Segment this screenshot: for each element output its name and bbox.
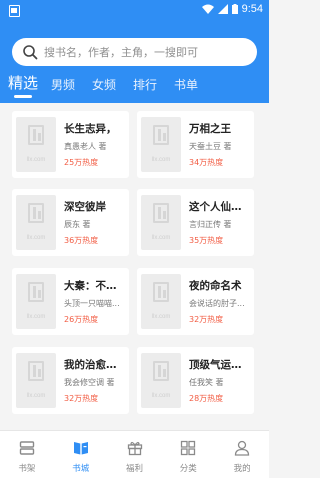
nav-label: 书城 [72, 464, 90, 474]
book-heat: 32万热度 [189, 315, 224, 324]
book-card[interactable]: llx.com 大秦：不装... 头顶一只喵喵... 26万热度 [12, 268, 129, 335]
book-author: 天蚕土豆 著 [189, 142, 232, 151]
book-title: 大秦：不装... [64, 280, 126, 292]
gift-icon [127, 441, 142, 456]
book-heat: 25万热度 [64, 158, 99, 167]
status-time: 9:54 [241, 3, 263, 15]
cover-watermark: llx.com [26, 314, 46, 320]
tab-featured[interactable]: 精选 [8, 72, 38, 93]
book-author: 真愚老人 著 [64, 142, 107, 151]
cover-watermark: llx.com [26, 393, 46, 399]
wifi-icon [201, 4, 214, 14]
nav-bookshelf[interactable]: 书架 [0, 431, 54, 478]
book-grid: llx.com 长生志异， 真愚老人 著 25万热度 llx.com 万相之王 … [0, 103, 269, 430]
book-heat: 26万热度 [64, 315, 99, 324]
category-tabs: 精选 男频 女频 排行 书单 [0, 70, 269, 103]
status-icons: 9:54 [201, 3, 263, 15]
app-header: 9:54 搜书名，作者，主角，一搜即可 精选 男频 女频 排行 书单 [0, 0, 269, 103]
book-card[interactable]: llx.com 顶级气运，... 任我笑 著 28万热度 [137, 347, 254, 414]
bottom-nav: 书架 书城 福利 分类 我的 [0, 430, 269, 478]
cover-placeholder-icon [153, 203, 169, 223]
book-city-icon [73, 442, 88, 455]
cover-watermark: llx.com [151, 314, 171, 320]
bookshelf-icon [19, 441, 35, 455]
book-title: 顶级气运，... [189, 359, 251, 371]
cover-placeholder-icon [153, 282, 169, 302]
book-author: 言归正传 著 [189, 220, 232, 229]
cover-watermark: llx.com [26, 235, 46, 241]
search-placeholder: 搜书名，作者，主角，一搜即可 [44, 46, 198, 59]
book-heat: 34万热度 [189, 158, 224, 167]
book-card[interactable]: llx.com 长生志异， 真愚老人 著 25万热度 [12, 111, 129, 178]
nav-book-city[interactable]: 书城 [54, 431, 108, 478]
nav-label: 我的 [233, 464, 251, 474]
cover-placeholder-icon [153, 125, 169, 145]
book-author: 辰东 著 [64, 220, 91, 229]
cover-placeholder-icon [153, 361, 169, 381]
book-title: 夜的命名术 [189, 280, 242, 292]
book-card[interactable]: llx.com 我的治愈系... 我会修空调 著 32万热度 [12, 347, 129, 414]
nav-welfare[interactable]: 福利 [108, 431, 162, 478]
book-cover: llx.com [16, 195, 56, 250]
cover-watermark: llx.com [151, 157, 171, 163]
book-cover: llx.com [141, 353, 181, 408]
active-tab-indicator [14, 95, 32, 98]
user-icon [235, 440, 250, 456]
book-cover: llx.com [141, 117, 181, 172]
tab-male[interactable]: 男频 [51, 76, 75, 93]
book-card[interactable]: llx.com 这个人仙太... 言归正传 著 35万热度 [137, 189, 254, 256]
book-author: 任我笑 著 [189, 378, 224, 387]
book-cover: llx.com [141, 195, 181, 250]
notification-icon [9, 5, 20, 17]
nav-label: 福利 [125, 464, 143, 474]
cover-placeholder-icon [28, 361, 44, 381]
nav-profile[interactable]: 我的 [215, 431, 269, 478]
search-icon [23, 45, 38, 60]
search-input[interactable]: 搜书名，作者，主角，一搜即可 [12, 38, 257, 66]
book-card[interactable]: llx.com 深空彼岸 辰东 著 36万热度 [12, 189, 129, 256]
nav-category[interactable]: 分类 [161, 431, 215, 478]
book-heat: 28万热度 [189, 394, 224, 403]
cover-watermark: llx.com [151, 393, 171, 399]
book-author: 我会修空调 著 [64, 378, 115, 387]
book-title: 这个人仙太... [189, 201, 251, 213]
book-heat: 35万热度 [189, 236, 224, 245]
book-author: 会说话的肘子... [189, 299, 245, 308]
book-cover: llx.com [141, 274, 181, 329]
tab-booklist[interactable]: 书单 [174, 76, 198, 93]
tab-ranking[interactable]: 排行 [133, 76, 157, 93]
book-heat: 36万热度 [64, 236, 99, 245]
book-title: 深空彼岸 [64, 201, 106, 213]
battery-icon [231, 4, 238, 14]
book-card[interactable]: llx.com 万相之王 天蚕土豆 著 34万热度 [137, 111, 254, 178]
book-cover: llx.com [16, 353, 56, 408]
cover-placeholder-icon [28, 125, 44, 145]
cover-placeholder-icon [28, 203, 44, 223]
signal-icon [217, 4, 228, 14]
cover-placeholder-icon [28, 282, 44, 302]
book-title: 我的治愈系... [64, 359, 126, 371]
nav-label: 书架 [18, 464, 36, 474]
book-title: 万相之王 [189, 123, 231, 135]
tab-female[interactable]: 女频 [92, 76, 116, 93]
book-cover: llx.com [16, 274, 56, 329]
book-card[interactable]: llx.com 夜的命名术 会说话的肘子... 32万热度 [137, 268, 254, 335]
category-icon [181, 440, 196, 456]
status-bar: 9:54 [0, 0, 269, 22]
book-title: 长生志异， [64, 123, 117, 135]
cover-watermark: llx.com [26, 157, 46, 163]
book-heat: 32万热度 [64, 394, 99, 403]
cover-watermark: llx.com [151, 235, 171, 241]
book-author: 头顶一只喵喵... [64, 299, 120, 308]
book-cover: llx.com [16, 117, 56, 172]
nav-label: 分类 [179, 464, 197, 474]
